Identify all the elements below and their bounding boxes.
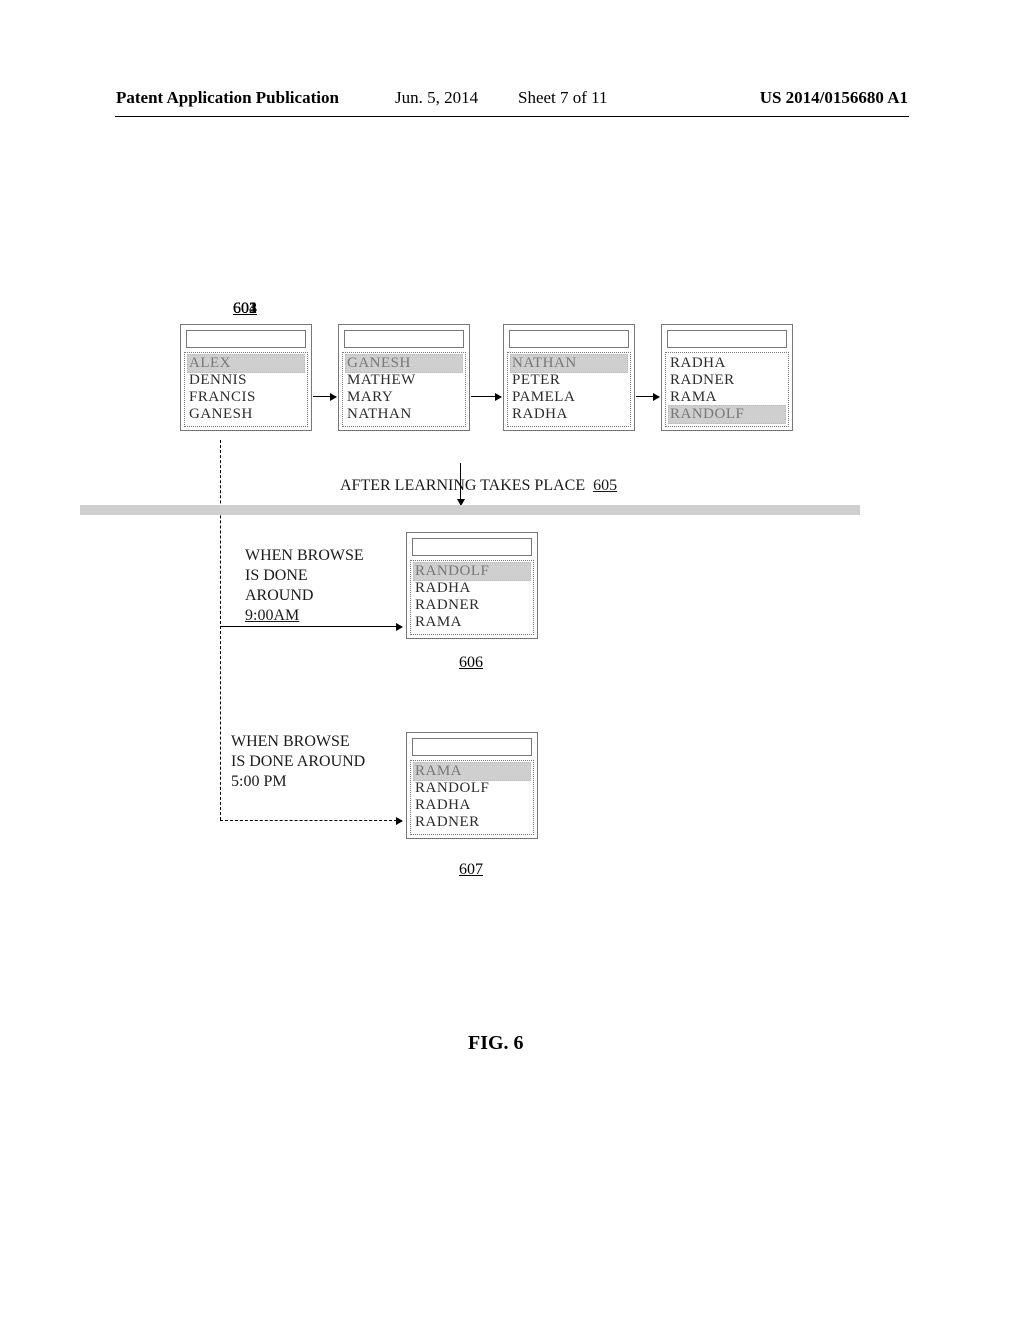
list-item: RAMA [414,614,530,631]
list-item: RAMA [669,389,785,406]
list-item: NATHAN [510,354,628,373]
sheet-number: Sheet 7 of 11 [518,88,608,108]
ref-606: 606 [406,654,536,672]
divider-band [80,505,860,515]
list-item: RANDOLF [668,405,786,424]
publication-date: Jun. 5, 2014 [395,88,478,108]
list-item: NATHAN [346,406,462,423]
list-item: GANESH [345,354,463,373]
connector-line [220,440,221,820]
ref-604: 604 [180,300,310,318]
publication-number: US 2014/0156680 A1 [760,88,908,108]
list-item: RADNER [414,597,530,614]
list-box-604: RADHA RADNER RAMA RANDOLF [661,324,793,431]
list-item: RANDOLF [413,562,531,581]
ref-607: 607 [406,861,536,879]
item-list: ALEX DENNIS FRANCIS GANESH [184,352,308,427]
item-list: GANESH MATHEW MARY NATHAN [342,352,466,427]
ref-605: 605 [593,477,617,494]
item-list: RAMA RANDOLF RADHA RADNER [410,760,534,835]
list-item: RADHA [414,797,530,814]
input-slot [509,330,629,348]
list-item: GANESH [188,406,304,423]
item-list: RANDOLF RADHA RADNER RAMA [410,560,534,635]
list-item: PETER [511,372,627,389]
input-slot [186,330,306,348]
list-item: MATHEW [346,372,462,389]
list-box-603: NATHAN PETER PAMELA RADHA [503,324,635,431]
item-list: RADHA RADNER RAMA RANDOLF [665,352,789,427]
arrow-icon [313,396,336,397]
publication-label: Patent Application Publication [116,88,339,108]
item-list: NATHAN PETER PAMELA RADHA [507,352,631,427]
condition-2-label: WHEN BROWSE IS DONE AROUND 5:00 PM [231,732,365,792]
input-slot [344,330,464,348]
list-item: RADNER [669,372,785,389]
list-item: FRANCIS [188,389,304,406]
list-box-602: GANESH MATHEW MARY NATHAN [338,324,470,431]
list-item: PAMELA [511,389,627,406]
input-slot [412,538,532,556]
list-item: RADHA [414,580,530,597]
input-slot [667,330,787,348]
list-item: RADNER [414,814,530,831]
list-box-607: RAMA RANDOLF RADHA RADNER [406,732,538,839]
list-box-606: RANDOLF RADHA RADNER RAMA [406,532,538,639]
list-item: RADHA [669,355,785,372]
arrow-down-icon [460,463,461,505]
list-item: ALEX [187,354,305,373]
arrow-icon [220,820,402,821]
arrow-icon [471,396,501,397]
header-rule [115,116,909,117]
list-item: RAMA [413,762,531,781]
list-item: DENNIS [188,372,304,389]
input-slot [412,738,532,756]
list-item: RANDOLF [414,780,530,797]
after-learning-label: AFTER LEARNING TAKES PLACE 605 [340,477,617,495]
list-box-601: ALEX DENNIS FRANCIS GANESH [180,324,312,431]
condition-1-label: WHEN BROWSE IS DONE AROUND 9:00AM [245,546,364,626]
list-item: MARY [346,389,462,406]
figure-caption: FIG. 6 [468,1032,524,1055]
list-item: RADHA [511,406,627,423]
arrow-icon [220,626,402,627]
arrow-icon [636,396,659,397]
